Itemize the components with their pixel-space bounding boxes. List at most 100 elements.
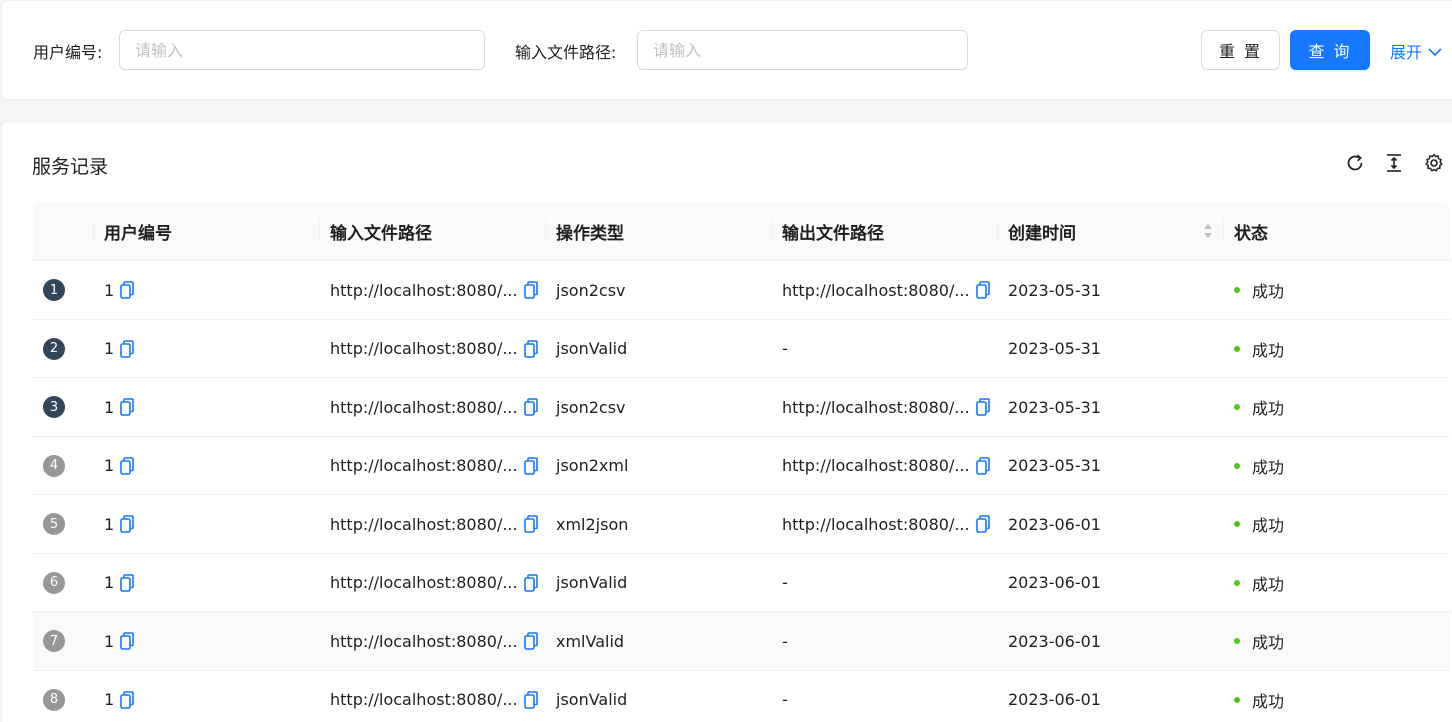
copy-icon[interactable] [120,281,134,299]
created-time-value: 2023-05-31 [1008,339,1101,358]
op-type-value: json2csv [556,280,626,300]
status-value: 成功 [1252,457,1285,477]
op-type-value: jsonValid [556,339,628,358]
created-time-cell: 2023-05-31 [1008,320,1101,378]
created-time-value: 2023-06-01 [1008,631,1101,651]
output-path-value: - [782,339,788,358]
search-form: 用户编号: 输入文件路径: 重 置 查 询 展开 [1,0,1452,100]
user-id-value: 1 [104,514,115,534]
copy-icon[interactable] [523,632,538,650]
settings-gear-icon[interactable] [1423,152,1445,174]
status-value: 成功 [1252,516,1285,535]
status-cell: 成功 [1234,437,1284,495]
column-divider [1223,219,1224,243]
user-id-value: 1 [104,456,115,475]
row-index-badge: 8 [43,688,65,711]
row-index-cell: 8 [43,671,65,722]
copy-icon[interactable] [523,690,538,709]
table-row: 4 1 http://localhost:8080/... json2xml http:… [33,437,1451,495]
op-type-cell: json2xml [556,437,628,495]
output-path-value: - [782,631,788,651]
copy-icon[interactable] [975,515,990,533]
created-time-value: 2023-05-31 [1008,397,1101,417]
status-value: 成功 [1252,340,1285,360]
reset-button[interactable]: 重 置 [1201,30,1280,70]
input-path-label: 输入文件路径: [515,43,617,62]
table-row: 5 1 http://localhost:8080/... xml2json http:… [33,495,1451,554]
copy-icon[interactable] [120,573,134,592]
copy-icon[interactable] [120,339,134,358]
row-index-cell: 7 [43,612,65,670]
table-row: 6 1 http://localhost:8080/... jsonValid - 202… [33,554,1451,612]
copy-icon[interactable] [523,573,538,592]
status-cell: 成功 [1234,671,1284,722]
created-time-value: 2023-06-01 [1008,573,1101,592]
row-index-badge: 7 [43,630,65,652]
user-id-input[interactable] [119,30,485,70]
user-id-cell: 1 [104,437,134,495]
reload-icon[interactable] [1344,152,1366,174]
copy-icon[interactable] [523,339,538,358]
copy-icon[interactable] [523,398,538,416]
user-id-cell: 1 [104,612,134,670]
user-id-cell: 1 [104,378,134,436]
copy-icon[interactable] [523,456,538,475]
copy-icon[interactable] [120,515,134,533]
density-icon[interactable] [1383,152,1405,174]
copy-icon[interactable] [523,515,538,533]
copy-icon[interactable] [975,456,990,475]
status-dot [1234,462,1240,469]
created-time-value: 2023-06-01 [1008,690,1101,709]
created-time-cell: 2023-06-01 [1008,671,1101,722]
status-value: 成功 [1252,282,1285,301]
op-type-value: xmlValid [556,631,625,651]
output-path-value: http://localhost:8080/... [782,397,970,417]
copy-icon[interactable] [120,690,134,709]
copy-icon[interactable] [523,281,538,299]
row-index-badge: 2 [43,337,65,360]
op-type-cell: jsonValid [556,671,627,722]
output-path-cell: - [782,554,788,612]
column-header-input-path: 输入文件路径 [330,223,432,244]
copy-icon[interactable] [120,632,134,650]
copy-icon[interactable] [120,398,134,416]
output-path-cell: - [782,612,788,670]
created-time-cell: 2023-05-31 [1008,437,1101,495]
status-cell: 成功 [1234,495,1284,553]
records-table: 用户编号 输入文件路径 操作类型 输出文件路径 创建时间 状态 1 1 http:/… [33,202,1451,722]
column-header-created-time[interactable]: 创建时间 [1008,202,1214,260]
table-header: 用户编号 输入文件路径 操作类型 输出文件路径 创建时间 状态 [33,202,1451,261]
row-index-cell: 6 [43,554,65,612]
status-value: 成功 [1252,633,1285,652]
created-time-value: 2023-05-31 [1008,456,1101,475]
op-type-value: json2xml [556,456,629,475]
copy-icon[interactable] [975,398,990,416]
expand-toggle[interactable]: 展开 [1390,39,1442,63]
row-index-badge: 1 [43,279,65,301]
output-path-value: http://localhost:8080/... [782,514,970,534]
column-divider [319,219,320,243]
created-time-cell: 2023-06-01 [1008,554,1101,612]
output-path-cell: http://localhost:8080/... [782,378,990,436]
copy-icon[interactable] [975,281,990,299]
table-row: 7 1 http://localhost:8080/... xmlValid - 2023… [33,612,1451,671]
query-button[interactable]: 查 询 [1290,30,1370,70]
copy-icon[interactable] [120,456,134,475]
user-id-value: 1 [104,397,115,417]
row-index-cell: 5 [43,495,65,553]
status-cell: 成功 [1234,612,1284,670]
column-header-output-path: 输出文件路径 [782,223,884,244]
input-path-value: http://localhost:8080/... [330,514,518,534]
user-id-label: 用户编号: [33,43,103,62]
card-title: 服务记录 [32,156,109,178]
expand-label: 展开 [1390,43,1423,62]
input-path-cell: http://localhost:8080/... [330,378,538,436]
input-path-cell: http://localhost:8080/... [330,320,538,378]
status-dot [1234,638,1240,644]
column-divider [997,219,998,243]
op-type-cell: jsonValid [556,554,627,612]
input-path-input[interactable] [637,30,968,70]
status-dot [1234,696,1240,703]
op-type-cell: json2csv [556,261,626,319]
input-path-value: http://localhost:8080/... [330,690,518,709]
